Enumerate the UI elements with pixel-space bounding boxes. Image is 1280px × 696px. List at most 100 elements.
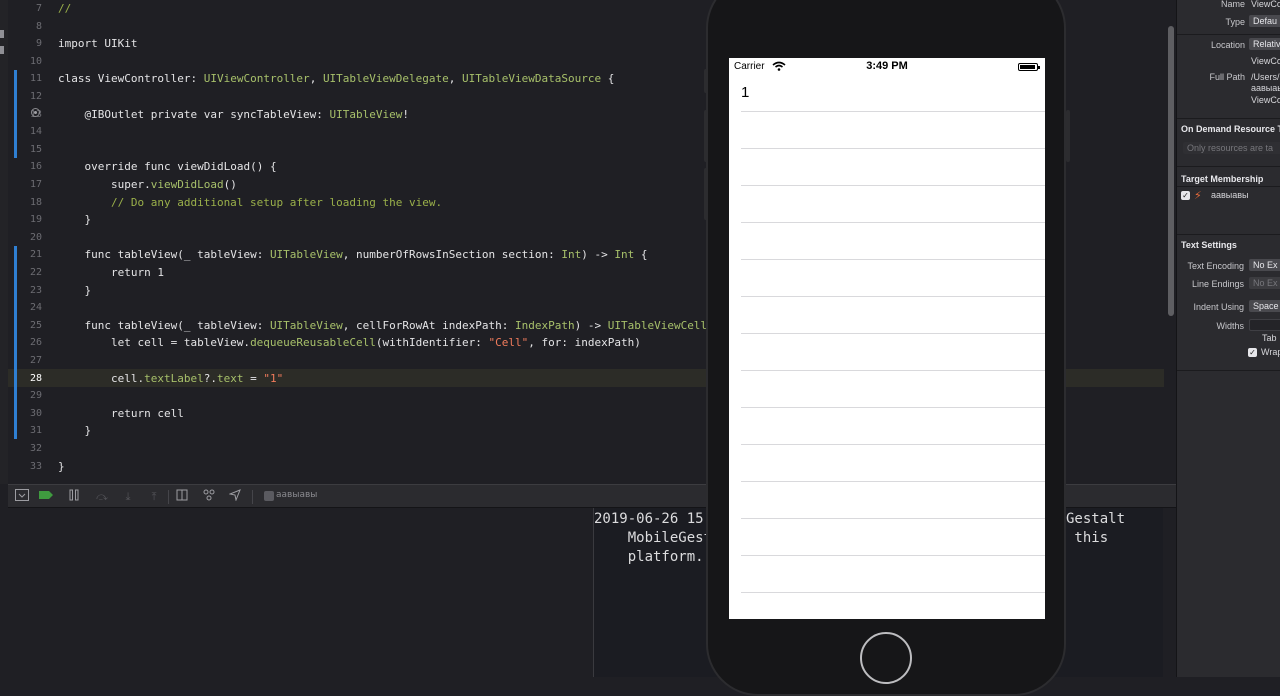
indent-using-dropdown[interactable]: Space: [1249, 300, 1280, 312]
code-token: ?.: [203, 371, 217, 385]
breakpoints-toggle-icon[interactable]: [38, 489, 54, 505]
code-token: UITableViewDataSource: [462, 72, 602, 86]
battery-icon: [1018, 63, 1040, 71]
table-cell-label[interactable]: 1: [741, 84, 749, 101]
variables-view[interactable]: [8, 508, 592, 677]
debug-target-label[interactable]: аавыавы: [276, 490, 317, 500]
code-line[interactable]: //: [58, 0, 71, 17]
memory-graph-icon[interactable]: [201, 489, 217, 505]
code-line[interactable]: @IBOutlet private var syncTableView: UIT…: [58, 106, 409, 123]
line-endings-dropdown[interactable]: No Ex: [1249, 277, 1280, 289]
line-number[interactable]: 7: [8, 0, 42, 17]
divider: [1177, 186, 1280, 187]
code-line[interactable]: override func viewDidLoad() {: [58, 158, 276, 175]
location-dropdown[interactable]: Relativ: [1249, 38, 1280, 50]
code-token: Int: [561, 248, 582, 262]
code-line[interactable]: func tableView(_ tableView: UITableView,…: [58, 317, 720, 334]
target-checkbox[interactable]: ✓: [1181, 191, 1190, 200]
editor-scrollbar[interactable]: [1166, 0, 1176, 484]
code-token: import: [58, 37, 105, 51]
on-demand-section-title: On Demand Resource T: [1181, 124, 1280, 134]
location-icon[interactable]: [227, 489, 243, 505]
code-token: }: [58, 283, 92, 297]
code-line[interactable]: }: [58, 458, 65, 475]
code-token: tableView: [117, 318, 178, 332]
cell-separator: [741, 555, 1045, 556]
name-label: Name: [1220, 0, 1245, 9]
app-icon: [264, 491, 274, 501]
code-token: :: [316, 107, 330, 121]
code-token: text: [216, 371, 244, 385]
type-dropdown[interactable]: Defau: [1249, 15, 1280, 27]
target-membership-title: Target Membership: [1181, 174, 1264, 184]
code-token: //: [58, 2, 72, 15]
view-hierarchy-icon[interactable]: [174, 489, 190, 505]
text-encoding-dropdown[interactable]: No Ex: [1249, 259, 1280, 271]
home-button[interactable]: [860, 632, 912, 684]
code-line[interactable]: let cell = tableView.dequeueReusableCell…: [58, 334, 641, 351]
scroll-thumb[interactable]: [1168, 26, 1174, 316]
code-line[interactable]: cell.textLabel?.text = "1": [58, 370, 283, 387]
status-bar: Carrier 3:49 PM: [729, 58, 1045, 76]
code-token: textLabel: [144, 371, 204, 385]
mute-switch[interactable]: [704, 69, 708, 93]
step-out-icon[interactable]: ⤒: [146, 489, 162, 505]
code-token: UITableViewDelegate: [322, 72, 449, 86]
line-number[interactable]: 18: [8, 194, 42, 211]
change-indicator[interactable]: [14, 246, 17, 439]
hide-debug-area-icon[interactable]: [14, 489, 30, 505]
line-number[interactable]: 32: [8, 440, 42, 457]
on-demand-tags-field[interactable]: Only resources are ta: [1183, 142, 1280, 154]
code-line[interactable]: return cell: [58, 405, 184, 422]
outlet-connection-icon[interactable]: [31, 108, 40, 117]
code-line[interactable]: // Do any additional setup after loading…: [58, 194, 442, 211]
volume-up-button[interactable]: [704, 110, 708, 162]
code-line[interactable]: super.viewDidLoad(): [58, 176, 237, 193]
step-into-icon[interactable]: ⤓: [120, 489, 136, 505]
pause-icon[interactable]: [66, 489, 82, 505]
change-indicator[interactable]: [14, 70, 17, 158]
code-token: return cell: [58, 406, 184, 420]
line-endings-label: Line Endings: [1191, 279, 1244, 289]
app-target-icon: ⚡: [1194, 189, 1202, 202]
simulator-screen[interactable]: Carrier 3:49 PM 1: [729, 58, 1045, 619]
wrap-lines-label: Wrap: [1261, 347, 1280, 357]
file-inspector: Name ViewCo Type Defau Location Relativ …: [1176, 0, 1280, 677]
name-value[interactable]: ViewCo: [1251, 0, 1280, 9]
code-token: {: [601, 72, 615, 86]
code-token: class: [58, 72, 98, 86]
line-number[interactable]: 9: [8, 35, 42, 52]
code-line[interactable]: }: [58, 282, 91, 299]
tab-marker: [0, 46, 4, 54]
line-number[interactable]: 8: [8, 18, 42, 35]
step-over-icon[interactable]: ⤼: [94, 489, 110, 505]
code-line[interactable]: return 1: [58, 264, 164, 281]
line-number[interactable]: 20: [8, 229, 42, 246]
cell-separator: [741, 518, 1045, 519]
power-button[interactable]: [1066, 110, 1070, 162]
code-line[interactable]: import UIKit: [58, 35, 137, 52]
full-path-line: /Users/: [1251, 72, 1280, 82]
divider: [1177, 34, 1280, 35]
code-line[interactable]: }: [58, 211, 91, 228]
wrap-lines-checkbox[interactable]: ✓: [1248, 348, 1257, 357]
code-token: IndexPath: [514, 318, 575, 332]
tab-width-field[interactable]: [1249, 319, 1280, 331]
line-number[interactable]: 33: [8, 458, 42, 475]
line-number[interactable]: 17: [8, 176, 42, 193]
code-token: ,: [309, 72, 323, 86]
code-token: return 1: [58, 266, 164, 279]
code-token: !: [402, 107, 410, 121]
volume-down-button[interactable]: [704, 168, 708, 220]
line-number[interactable]: 16: [8, 158, 42, 175]
toolbar-divider: [252, 490, 253, 504]
cell-separator: [741, 111, 1045, 112]
cell-separator: [741, 185, 1045, 186]
line-number[interactable]: 10: [8, 53, 42, 70]
code-line[interactable]: func tableView(_ tableView: UITableView,…: [58, 246, 647, 263]
code-line[interactable]: }: [58, 422, 91, 439]
code-line[interactable]: class ViewController: UIViewController, …: [58, 70, 614, 87]
target-name: аавыавы: [1211, 190, 1249, 200]
cell-separator: [741, 481, 1045, 482]
line-number[interactable]: 19: [8, 211, 42, 228]
